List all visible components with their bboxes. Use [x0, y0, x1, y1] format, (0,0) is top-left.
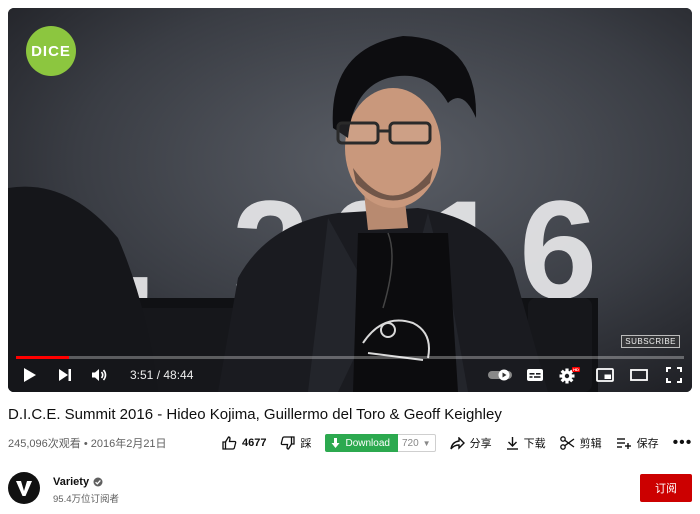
clip-button[interactable]: 剪辑: [559, 435, 602, 451]
channel-avatar[interactable]: [8, 472, 40, 504]
save-label: 保存: [636, 438, 659, 450]
channel-row: Variety 95.4万位订阅者 订阅: [8, 470, 692, 506]
download-icon: [506, 437, 518, 450]
miniplayer-icon: [596, 368, 614, 382]
subscribe-button[interactable]: 订阅: [640, 474, 692, 502]
channel-name[interactable]: Variety: [53, 476, 103, 488]
settings-gear-icon: HD: [559, 367, 580, 384]
skip-next-icon: [59, 369, 71, 381]
video-title: D.I.C.E. Summit 2016 - Hideo Kojima, Gui…: [8, 406, 502, 423]
volume-icon: [92, 369, 107, 381]
autoplay-toggle-icon: [488, 369, 512, 381]
scissors-icon: [559, 436, 574, 450]
next-button[interactable]: [52, 358, 78, 392]
download-extension: Download 720 ▼: [325, 434, 436, 452]
dislike-label: 踩: [300, 438, 312, 450]
share-label: 分享: [469, 438, 492, 450]
thumbs-down-icon: [281, 436, 296, 450]
like-count: 4677: [242, 437, 267, 449]
offline-download-label: 下载: [523, 438, 546, 450]
share-icon: [449, 436, 465, 450]
time-display: 3:51 / 48:44: [130, 368, 194, 382]
download-label: Download: [345, 437, 390, 449]
video-meta-row: 245,096次观看 • 2016年2月21日 4677 踩 Download …: [8, 432, 692, 454]
player-controls: 3:51 / 48:44 HD: [8, 358, 692, 392]
play-button[interactable]: [8, 358, 52, 392]
playlist-add-icon: [616, 438, 631, 449]
quality-value: 720: [401, 437, 419, 449]
quality-select[interactable]: 720 ▼: [397, 434, 436, 452]
download-arrow-icon: [331, 437, 340, 448]
video-frame: 2, 2016: [8, 8, 692, 392]
captions-button[interactable]: [518, 358, 552, 392]
channel-name-text: Variety: [53, 476, 90, 488]
subscriber-count: 95.4万位订阅者: [53, 494, 119, 505]
more-actions-button[interactable]: •••: [673, 434, 693, 452]
volume-button[interactable]: [78, 358, 120, 392]
offline-download-button[interactable]: 下载: [506, 435, 546, 451]
autoplay-toggle[interactable]: [482, 358, 518, 392]
play-icon: [24, 368, 36, 382]
miniplayer-button[interactable]: [588, 358, 622, 392]
like-button[interactable]: 4677: [222, 436, 266, 450]
clip-label: 剪辑: [579, 438, 602, 450]
subscribe-watermark[interactable]: SUBSCRIBE: [621, 335, 680, 348]
captions-icon: [527, 369, 543, 381]
dislike-button[interactable]: 踩: [280, 435, 311, 451]
fullscreen-icon: [666, 367, 682, 383]
svg-text:HD: HD: [573, 367, 579, 372]
variety-logo-icon: [16, 481, 32, 496]
verified-badge-icon: [93, 477, 103, 487]
download-button[interactable]: Download: [325, 434, 398, 452]
dice-logo: DICE: [26, 26, 76, 76]
fullscreen-button[interactable]: [656, 358, 692, 392]
theater-mode-icon: [630, 369, 648, 381]
video-player[interactable]: 2, 2016 DICE SUBSCRI: [8, 8, 692, 392]
chevron-down-icon: ▼: [422, 438, 431, 448]
thumbs-up-icon: [222, 436, 237, 450]
save-button[interactable]: 保存: [616, 435, 659, 451]
views-and-date: 245,096次观看 • 2016年2月21日: [8, 438, 167, 450]
settings-button[interactable]: HD: [552, 358, 588, 392]
theater-mode-button[interactable]: [622, 358, 656, 392]
share-button[interactable]: 分享: [449, 435, 492, 451]
action-bar: 4677 踩 Download 720 ▼ 分享 下载 剪辑 保存 •••: [222, 432, 692, 454]
